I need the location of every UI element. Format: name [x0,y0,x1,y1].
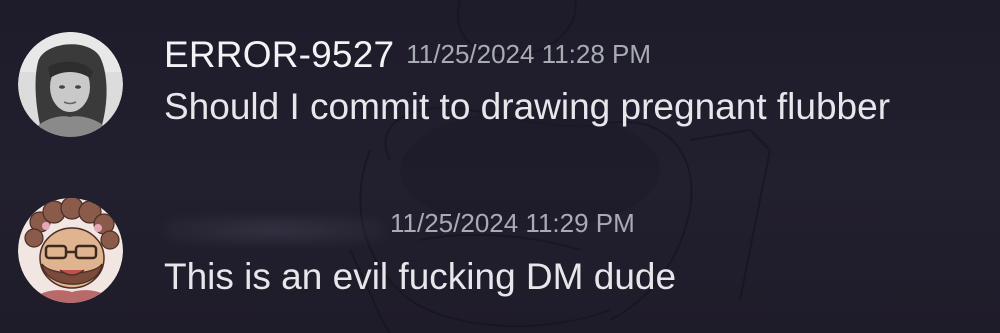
username[interactable]: ERROR-9527 [164,34,394,75]
message-text: Should I commit to drawing pregnant flub… [164,86,891,127]
photo-avatar-icon [18,32,123,137]
user-avatar[interactable] [18,32,123,137]
timestamp: 11/25/2024 11:28 PM [406,39,652,69]
message-header: ERROR-9527 11/25/2024 11:28 PM [164,34,651,76]
message-text: This is an evil fucking DM dude [164,256,677,297]
message-item: 11/25/2024 11:29 PM This is an evil fuck… [0,190,1000,320]
message-item: ERROR-9527 11/25/2024 11:28 PM Should I c… [0,22,1000,152]
timestamp: 11/25/2024 11:29 PM [390,208,635,238]
chat-view: ERROR-9527 11/25/2024 11:28 PM Should I c… [0,0,1000,333]
message-header: 11/25/2024 11:29 PM [164,208,635,245]
username-redacted [164,214,384,245]
drawn-character-avatar-icon [18,198,123,303]
user-avatar[interactable] [18,198,123,303]
